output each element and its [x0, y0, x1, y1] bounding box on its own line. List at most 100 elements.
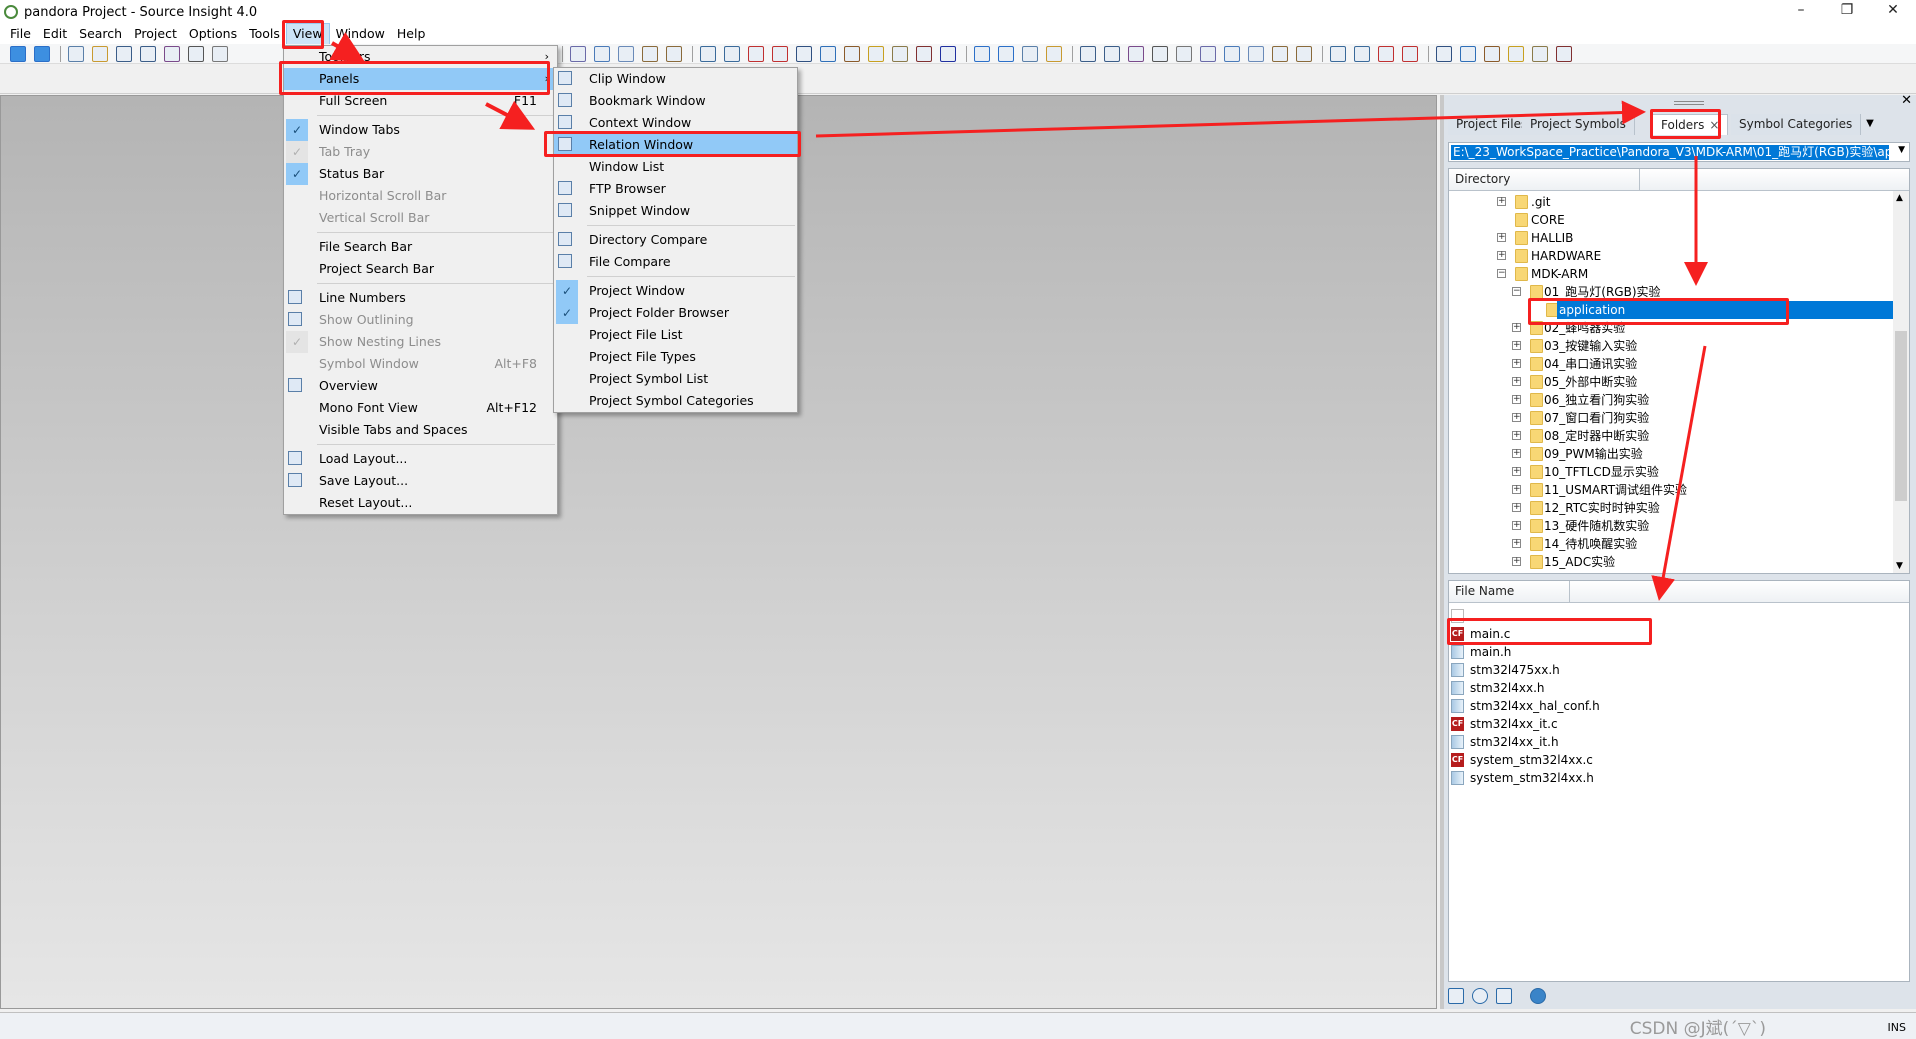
a-icon[interactable] — [1436, 46, 1452, 62]
expand-icon[interactable]: + — [1512, 449, 1521, 458]
tree-item[interactable]: +09_PWM输出实验 — [1449, 445, 1893, 463]
menu-view[interactable]: View — [285, 23, 330, 45]
expand-icon[interactable]: + — [1512, 359, 1521, 368]
f-icon[interactable] — [1556, 46, 1572, 62]
tree-item[interactable]: + .git — [1449, 193, 1893, 211]
tree-item[interactable]: CORE — [1449, 211, 1893, 229]
split-horizontal-icon[interactable] — [998, 46, 1014, 62]
tree-item[interactable]: +13_硬件随机数实验 — [1449, 517, 1893, 535]
expand-icon[interactable]: + — [1512, 521, 1521, 530]
file-name-column-header[interactable]: File Name — [1449, 581, 1909, 603]
d-icon[interactable] — [1508, 46, 1524, 62]
minimize-button[interactable]: – — [1778, 0, 1824, 22]
tree-item[interactable]: +14_待机唤醒实验 — [1449, 535, 1893, 553]
tree-item[interactable]: +06_独立看门狗实验 — [1449, 391, 1893, 409]
undo-icon[interactable] — [642, 46, 658, 62]
menu-item-horizontal-scroll-bar[interactable]: Horizontal Scroll Bar — [284, 185, 557, 207]
bookmark-icon[interactable] — [820, 46, 836, 62]
new-file-icon[interactable] — [68, 46, 84, 62]
menu-options[interactable]: Options — [183, 24, 243, 44]
tab-close-icon[interactable]: × — [1709, 118, 1719, 132]
menu-item-panels[interactable]: Panels › — [284, 68, 557, 90]
scroll-thumb[interactable] — [1895, 331, 1907, 501]
function-icon[interactable] — [916, 46, 932, 62]
menu-item-project-window[interactable]: ✓ Project Window — [554, 280, 797, 302]
menu-item-ftp-browser[interactable]: FTP Browser — [554, 178, 797, 200]
menu-item-line-numbers[interactable]: Line Numbers — [284, 287, 557, 309]
menu-item-visible-tabs-and-spaces[interactable]: Visible Tabs and Spaces — [284, 419, 557, 441]
tab-overflow-chevron-icon[interactable]: ▼ — [1856, 114, 1884, 135]
tree-scrollbar[interactable]: ▲ ▼ — [1893, 191, 1909, 573]
menu-item-symbol-window[interactable]: Symbol Window Alt+F8 — [284, 353, 557, 375]
menu-project[interactable]: Project — [128, 24, 183, 44]
close-all-icon[interactable] — [1402, 46, 1418, 62]
tree-item[interactable]: +10_TFTLCD显示实验 — [1449, 463, 1893, 481]
menu-item-project-symbol-categories[interactable]: Project Symbol Categories — [554, 390, 797, 412]
menu-item-project-folder-browser[interactable]: ✓ Project Folder Browser — [554, 302, 797, 324]
close-file-icon[interactable] — [188, 46, 204, 62]
maximize-button[interactable]: ❐ — [1824, 0, 1870, 22]
tab-project-symbols[interactable]: Project Symbols — [1522, 114, 1635, 135]
expand-icon[interactable]: + — [1512, 557, 1521, 566]
tree-item[interactable]: +04_串口通讯实验 — [1449, 355, 1893, 373]
expand-icon[interactable]: + — [1512, 395, 1521, 404]
browse-icon[interactable] — [844, 46, 860, 62]
directory-tree[interactable]: Directory ▲ ▼ + .git CORE + HALLIB + HARDWARE −… — [1448, 168, 1910, 574]
tile-icon[interactable] — [974, 46, 990, 62]
expand-icon[interactable]: + — [1497, 197, 1506, 206]
clip-icon[interactable] — [1200, 46, 1216, 62]
cascade-icon[interactable] — [1046, 46, 1062, 62]
collapse-icon[interactable]: − — [1497, 269, 1506, 278]
menu-item-project-search-bar[interactable]: Project Search Bar — [284, 258, 557, 280]
panel-grip[interactable] — [1674, 101, 1704, 105]
menu-item-project-file-list[interactable]: Project File List — [554, 324, 797, 346]
menu-item-file-search-bar[interactable]: File Search Bar — [284, 236, 557, 258]
back-icon[interactable] — [10, 46, 26, 62]
compare-icon[interactable] — [1272, 46, 1288, 62]
tree-item[interactable]: +15_ADC实验 — [1449, 553, 1893, 571]
expand-icon[interactable]: + — [1512, 341, 1521, 350]
redo-icon[interactable] — [666, 46, 682, 62]
menu-item-save-layout[interactable]: Save Layout... — [284, 470, 557, 492]
jump-back-icon[interactable] — [748, 46, 764, 62]
tree-item[interactable]: +12_RTC实时时钟实验 — [1449, 499, 1893, 517]
jump-forward-icon[interactable] — [772, 46, 788, 62]
menu-item-status-bar[interactable]: ✓ Status Bar — [284, 163, 557, 185]
outline-icon[interactable] — [796, 46, 812, 62]
expand-icon[interactable]: + — [1512, 539, 1521, 548]
cut-icon[interactable] — [570, 46, 586, 62]
menu-item-project-file-types[interactable]: Project File Types — [554, 346, 797, 368]
expand-icon[interactable]: + — [1512, 377, 1521, 386]
print-icon[interactable] — [212, 46, 228, 62]
expand-icon[interactable]: + — [1512, 431, 1521, 440]
menu-item-snippet-window[interactable]: Snippet Window — [554, 200, 797, 222]
path-combobox[interactable]: E:\_23_WorkSpace_Practice\Pandora_V3\MDK… — [1448, 142, 1910, 162]
menu-item-show-outlining[interactable]: Show Outlining — [284, 309, 557, 331]
file-list[interactable]: File Name .. CF main.c main.h stm32l475xx.h s… — [1448, 580, 1910, 982]
menu-item-reset-layout[interactable]: Reset Layout... — [284, 492, 557, 514]
panel-close-icon[interactable]: ✕ — [1901, 93, 1912, 108]
expand-icon[interactable]: + — [1512, 413, 1521, 422]
context-icon[interactable] — [1128, 46, 1144, 62]
menu-item-directory-compare[interactable]: Directory Compare — [554, 229, 797, 251]
c-icon[interactable] — [1484, 46, 1500, 62]
tree-item[interactable]: − 01_跑马灯(RGB)实验 — [1449, 283, 1893, 301]
open-icon[interactable] — [92, 46, 108, 62]
expand-icon[interactable]: + — [1512, 467, 1521, 476]
tree-item[interactable]: +08_定时器中断实验 — [1449, 427, 1893, 445]
tab-folders[interactable]: Folders × — [1652, 114, 1729, 135]
tree-item[interactable]: +03_按键输入实验 — [1449, 337, 1893, 355]
e-icon[interactable] — [1532, 46, 1548, 62]
save-all-icon[interactable] — [140, 46, 156, 62]
menu-help[interactable]: Help — [391, 24, 432, 44]
menu-tools[interactable]: Tools — [243, 24, 286, 44]
tree-item[interactable]: +02_蜂鸣器实验 — [1449, 319, 1893, 337]
overview-icon[interactable] — [1248, 46, 1264, 62]
menu-search[interactable]: Search — [73, 24, 128, 44]
replace-icon[interactable] — [724, 46, 740, 62]
tree-item[interactable]: + HARDWARE — [1449, 247, 1893, 265]
tree-item[interactable]: +11_USMART调试组件实验 — [1449, 481, 1893, 499]
symbol-info-icon[interactable] — [868, 46, 884, 62]
menu-item-project-symbol-list[interactable]: Project Symbol List — [554, 368, 797, 390]
expand-icon[interactable]: + — [1512, 503, 1521, 512]
